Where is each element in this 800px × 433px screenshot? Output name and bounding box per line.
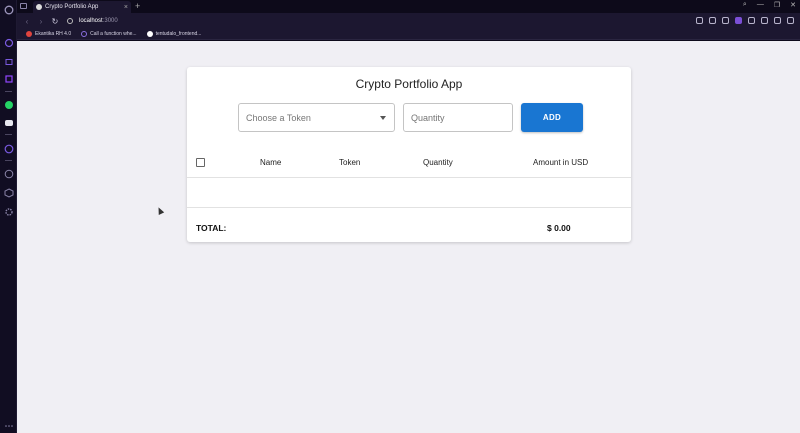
snapshot-icon[interactable] — [709, 17, 716, 24]
dropdown-arrow-icon — [380, 116, 386, 120]
bookmark-ekantika[interactable]: Ekantika RH 4.0 — [26, 31, 71, 37]
circle-icon — [81, 31, 88, 37]
tab-close-icon[interactable]: × — [124, 4, 128, 11]
tab-crypto-portfolio[interactable]: Crypto Portfolio App × — [33, 1, 131, 13]
shopping-bag-icon[interactable] — [3, 55, 14, 66]
url-field[interactable]: localhost:3000 — [79, 18, 118, 24]
column-header-token[interactable]: Token — [339, 158, 360, 167]
column-header-quantity[interactable]: Quantity — [423, 158, 453, 167]
workspaces-icon[interactable] — [20, 3, 27, 9]
window-controls: ⌕ — ❐ ✕ — [743, 1, 796, 9]
site-info-icon[interactable] — [67, 18, 73, 24]
page-title: Crypto Portfolio App — [355, 77, 463, 91]
bookmark-github[interactable]: tentudalo_frontend... — [146, 31, 202, 37]
tab-bar: Crypto Portfolio App × + ⌕ — ❐ ✕ — [17, 0, 800, 13]
reload-button[interactable]: ↻ — [51, 17, 59, 26]
bookmark-label: tentudalo_frontend... — [155, 31, 202, 37]
quantity-input[interactable] — [403, 103, 513, 132]
download-icon[interactable] — [774, 17, 781, 24]
add-button[interactable]: ADD — [521, 103, 583, 132]
browser-sidebar — [0, 0, 17, 433]
portfolio-card: Crypto Portfolio App Choose a Token ADD … — [187, 67, 631, 242]
address-bar: ‹ › ↻ localhost:3000 — [17, 13, 800, 29]
bookmark-label: Call a function whe... — [90, 31, 137, 37]
table-header: Name Token Quantity Amount in USD — [187, 145, 631, 178]
ekantika-icon — [26, 31, 32, 37]
aria-ai-icon[interactable] — [3, 37, 14, 48]
token-select[interactable]: Choose a Token — [238, 103, 395, 132]
opera-logo-icon[interactable] — [3, 4, 14, 15]
cube-icon[interactable] — [3, 187, 14, 198]
sidebar-divider — [5, 91, 12, 92]
url-host: localhost — [79, 18, 103, 24]
history-icon[interactable] — [3, 168, 14, 179]
url-port: :3000 — [102, 18, 118, 24]
heart-icon[interactable] — [761, 17, 768, 24]
back-button[interactable]: ‹ — [23, 17, 31, 26]
total-label: TOTAL: — [196, 223, 227, 233]
sidebar-divider — [5, 134, 12, 135]
sidebar-divider — [5, 160, 12, 161]
settings-gear-icon[interactable] — [3, 206, 14, 217]
menu-icon[interactable] — [787, 17, 794, 24]
table-body — [187, 178, 631, 208]
more-options-icon[interactable] — [3, 420, 14, 431]
column-header-name[interactable]: Name — [260, 158, 281, 167]
tab-title: Crypto Portfolio App — [45, 4, 99, 10]
tab-search-icon[interactable]: ⌕ — [743, 1, 747, 9]
token-select-placeholder: Choose a Token — [246, 112, 311, 123]
github-icon — [146, 31, 153, 37]
whatsapp-icon[interactable] — [3, 99, 14, 110]
bookmarks-bar: Ekantika RH 4.0 Call a function whe... t… — [17, 29, 800, 40]
column-header-amount[interactable]: Amount in USD — [533, 158, 588, 167]
page-viewport: Crypto Portfolio App Choose a Token ADD … — [17, 41, 800, 433]
toolbar-icons — [696, 17, 794, 24]
select-all-checkbox[interactable] — [196, 158, 205, 167]
new-tab-button[interactable]: + — [135, 1, 140, 11]
extension-icon[interactable] — [735, 17, 742, 24]
bookmark-call-function[interactable]: Call a function whe... — [81, 31, 137, 37]
close-window-button[interactable]: ✕ — [790, 1, 796, 9]
camera-icon[interactable] — [722, 17, 729, 24]
twitch-icon[interactable] — [3, 73, 14, 84]
tab-favicon-icon — [36, 4, 42, 10]
flow-icon[interactable] — [748, 17, 755, 24]
player-icon[interactable] — [3, 143, 14, 154]
mouse-cursor — [155, 206, 165, 215]
discord-icon[interactable] — [3, 117, 14, 128]
bookmark-label: Ekantika RH 4.0 — [35, 31, 72, 37]
minimize-button[interactable]: — — [757, 1, 764, 9]
maximize-button[interactable]: ❐ — [774, 1, 780, 9]
forward-button[interactable]: › — [37, 17, 45, 26]
total-value: $ 0.00 — [547, 223, 571, 233]
zoom-icon[interactable] — [696, 17, 703, 24]
